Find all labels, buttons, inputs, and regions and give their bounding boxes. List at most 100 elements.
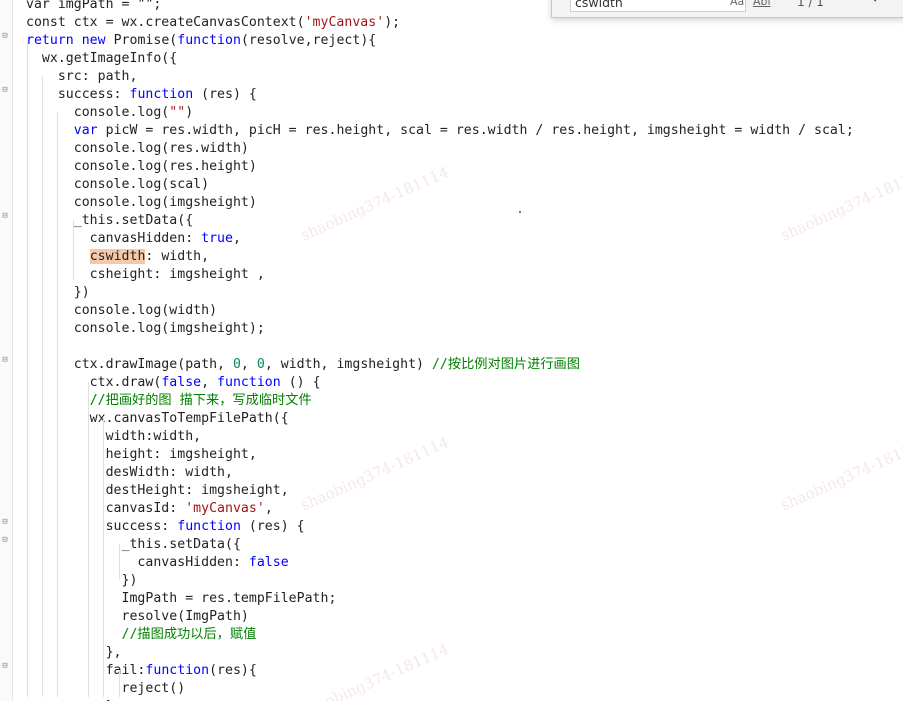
code-line: height: imgsheight, bbox=[26, 446, 257, 464]
watermark-text: shaobing374-181114 bbox=[298, 162, 452, 245]
match-count: 1 / 1 bbox=[797, 0, 824, 9]
code-token: picW = res.width, picH = res.height, sca… bbox=[97, 123, 854, 138]
code-token: Promise( bbox=[113, 33, 178, 48]
code-line: //把画好的图 描下来，写成临时文件 bbox=[26, 392, 312, 410]
indent-guide bbox=[73, 220, 74, 280]
code-token: console.log(imgsheight); bbox=[26, 321, 265, 336]
code-token: _this.setData({ bbox=[26, 537, 241, 552]
code-token: function bbox=[217, 375, 281, 390]
code-token: 0 bbox=[256, 357, 265, 372]
code-line: success: function (res) { bbox=[26, 518, 305, 536]
code-line: console.log(res.width) bbox=[26, 140, 249, 158]
code-token: console.log( bbox=[26, 105, 170, 120]
code-token: height: imgsheight, bbox=[26, 447, 257, 462]
watermark-text: shaobing374-181114 bbox=[298, 432, 452, 515]
code-token: , width, imgsheight) bbox=[264, 357, 432, 372]
fold-toggle-icon[interactable]: ⊟ bbox=[1, 356, 9, 365]
code-token: canvasHidden: bbox=[26, 231, 202, 246]
code-token: wx.getImageInfo({ bbox=[26, 51, 178, 66]
code-line: console.log(res.height) bbox=[26, 158, 257, 176]
code-line: ImgPath = res.tempFilePath; bbox=[26, 590, 337, 608]
code-line: canvasId: 'myCanvas', bbox=[26, 500, 273, 518]
code-token: var bbox=[73, 123, 98, 138]
code-token: const ctx = wx.createCanvasContext( bbox=[26, 15, 305, 30]
code-line: const ctx = wx.createCanvasContext('myCa… bbox=[26, 14, 400, 32]
indent-guide bbox=[103, 418, 104, 697]
fold-toggle-icon[interactable]: ⊟ bbox=[1, 518, 9, 527]
code-line: width:width, bbox=[26, 428, 202, 446]
code-token: csheight: imgsheight , bbox=[26, 267, 265, 282]
find-input[interactable] bbox=[570, 0, 746, 12]
code-line: canvasHidden: true, bbox=[26, 230, 241, 248]
code-token: console.log(imgsheight) bbox=[26, 195, 257, 210]
code-token: ) bbox=[185, 105, 194, 120]
code-token: destHeight: imgsheight, bbox=[26, 483, 289, 498]
indent-guide bbox=[57, 112, 58, 697]
find-widget[interactable]: Aa Abl 1 / 1 ← bbox=[551, 0, 903, 18]
code-token: , bbox=[240, 357, 257, 372]
code-token: var imgPath = ""; bbox=[26, 0, 162, 12]
code-token: 0 bbox=[232, 357, 241, 372]
code-editor[interactable]: var imgPath = ""; const ctx = wx.createCa… bbox=[0, 0, 903, 701]
code-line: }, bbox=[26, 644, 122, 662]
code-token: resolve(ImgPath) bbox=[26, 609, 249, 624]
code-token: reject() bbox=[26, 681, 186, 696]
code-line: var picW = res.width, picH = res.height,… bbox=[26, 122, 854, 140]
code-token: , bbox=[232, 231, 241, 246]
code-token: true bbox=[201, 231, 233, 246]
fold-toggle-icon[interactable]: ⊟ bbox=[1, 662, 9, 671]
code-token: console.log(res.height) bbox=[26, 159, 257, 174]
code-line: console.log(width) bbox=[26, 302, 217, 320]
code-token: fail: bbox=[26, 663, 146, 678]
code-line: fail:function(res){ bbox=[26, 662, 257, 680]
code-token: canvasId: bbox=[26, 501, 186, 516]
code-token: //按比例对图片进行画图 bbox=[431, 357, 580, 372]
code-line: canvasHidden: false bbox=[26, 554, 289, 572]
code-token: console.log(scal) bbox=[26, 177, 210, 192]
indent-guide bbox=[119, 544, 120, 580]
code-token: return new bbox=[26, 33, 114, 48]
code-token: (res) { bbox=[193, 87, 257, 102]
code-token: function bbox=[177, 33, 241, 48]
fold-toggle-icon[interactable]: ⊟ bbox=[1, 86, 9, 95]
code-token: //把画好的图 描下来，写成临时文件 bbox=[89, 393, 312, 408]
fold-toggle-icon[interactable]: ⊟ bbox=[1, 536, 9, 545]
indent-guide bbox=[88, 382, 89, 697]
code-line: return new Promise(function(resolve,reje… bbox=[26, 32, 376, 50]
code-line: _this.setData({ bbox=[26, 536, 241, 554]
code-token: _this.setData({ bbox=[26, 213, 194, 228]
code-token: : width, bbox=[145, 249, 210, 264]
code-line: console.log(scal) bbox=[26, 176, 209, 194]
code-token: canvasHidden: bbox=[26, 555, 249, 570]
code-token: , bbox=[264, 501, 273, 516]
whole-word-toggle[interactable]: Abl bbox=[753, 0, 771, 8]
code-line: reject() bbox=[26, 680, 186, 698]
stray-dot bbox=[519, 211, 521, 213]
code-token: function bbox=[145, 663, 210, 678]
indent-guide bbox=[119, 670, 120, 697]
code-token: function bbox=[129, 87, 194, 102]
code-line: cswidth: width, bbox=[26, 248, 209, 266]
search-match-highlight: cswidth bbox=[89, 249, 146, 264]
previous-match-button[interactable]: ← bbox=[872, 0, 884, 7]
fold-toggle-icon[interactable]: ⊟ bbox=[1, 32, 9, 41]
editor-gutter bbox=[0, 0, 13, 701]
code-token: (resolve,reject){ bbox=[240, 33, 377, 48]
indent-guide bbox=[27, 40, 28, 697]
match-case-toggle[interactable]: Aa bbox=[730, 0, 744, 8]
code-token: "" bbox=[169, 105, 186, 120]
code-token: console.log(width) bbox=[26, 303, 218, 318]
code-line: console.log("") bbox=[26, 104, 193, 122]
code-line: wx.getImageInfo({ bbox=[26, 50, 177, 68]
watermark-text: shaobing374-181114 bbox=[298, 639, 452, 701]
fold-toggle-icon[interactable]: ⊟ bbox=[1, 212, 9, 221]
code-token: () { bbox=[280, 375, 321, 390]
watermark-text: shaobing374-181114 bbox=[778, 162, 903, 245]
code-line: //描图成功以后，赋值 bbox=[26, 626, 257, 644]
code-token: //描图成功以后，赋值 bbox=[121, 627, 257, 642]
code-token: 'myCanvas' bbox=[304, 15, 385, 30]
code-token: console.log(res.width) bbox=[26, 141, 249, 156]
code-token: success: bbox=[26, 519, 178, 534]
